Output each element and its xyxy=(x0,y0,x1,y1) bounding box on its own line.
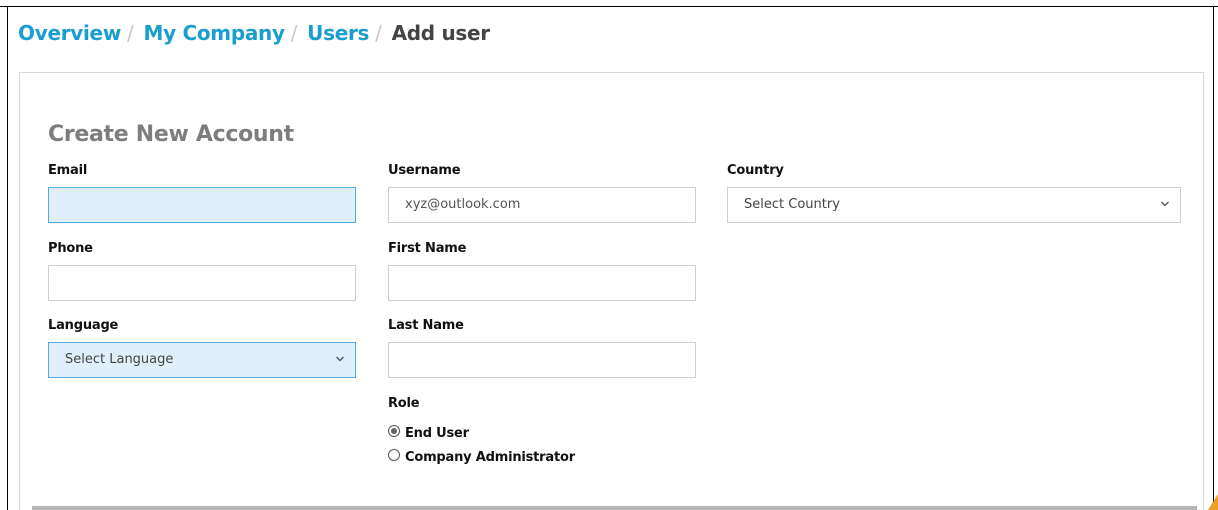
email-label: Email xyxy=(48,163,88,178)
country-select-value: Select Country xyxy=(744,197,840,212)
country-select[interactable]: Select Country xyxy=(727,187,1181,223)
username-label: Username xyxy=(388,163,461,178)
breadcrumb-users-link[interactable]: Users xyxy=(307,21,369,45)
window-frame-left xyxy=(7,6,8,510)
language-label: Language xyxy=(48,318,119,333)
corner-indicator xyxy=(1208,494,1218,510)
last-name-label: Last Name xyxy=(388,318,464,333)
window-frame-top xyxy=(0,6,1218,7)
role-option-label: End User xyxy=(405,426,469,441)
last-name-field[interactable] xyxy=(388,342,696,378)
breadcrumb: Overview / My Company / Users / Add user xyxy=(18,18,490,48)
role-option-end-user[interactable]: End User xyxy=(388,424,469,441)
card-footer-bar xyxy=(32,506,1197,510)
radio-icon[interactable] xyxy=(388,448,400,461)
window-frame-right xyxy=(1213,6,1214,510)
role-option-label: Company Administrator xyxy=(405,450,575,465)
breadcrumb-separator: / xyxy=(375,21,382,45)
language-select-value: Select Language xyxy=(65,352,174,367)
chevron-down-icon xyxy=(1161,201,1169,207)
page-title: Create New Account xyxy=(48,122,294,147)
username-field[interactable]: xyz@outlook.com xyxy=(388,187,696,223)
first-name-label: First Name xyxy=(388,241,467,256)
role-option-company-administrator[interactable]: Company Administrator xyxy=(388,448,575,465)
language-select[interactable]: Select Language xyxy=(48,342,356,378)
breadcrumb-overview-link[interactable]: Overview xyxy=(18,21,121,45)
first-name-field[interactable] xyxy=(388,265,696,301)
radio-icon[interactable] xyxy=(388,424,400,437)
country-label: Country xyxy=(727,163,784,178)
breadcrumb-my-company-link[interactable]: My Company xyxy=(143,21,285,45)
breadcrumb-separator: / xyxy=(127,21,134,45)
phone-label: Phone xyxy=(48,241,93,256)
role-label: Role xyxy=(388,396,420,411)
phone-field[interactable] xyxy=(48,265,356,301)
email-field[interactable] xyxy=(48,187,356,223)
breadcrumb-current: Add user xyxy=(391,21,491,45)
chevron-down-icon xyxy=(336,356,344,362)
breadcrumb-separator: / xyxy=(290,21,298,45)
